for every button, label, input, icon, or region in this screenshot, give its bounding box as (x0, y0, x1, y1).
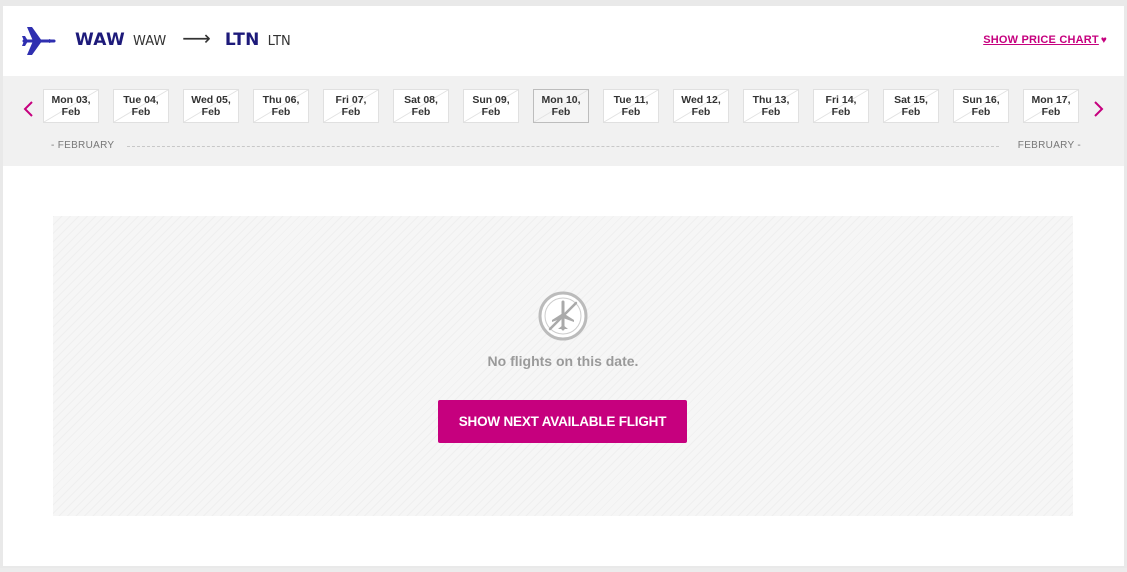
date-tile-month: Feb (411, 106, 431, 118)
date-tile-month: Feb (761, 106, 781, 118)
date-tile[interactable]: Wed 12, Feb (673, 89, 729, 123)
destination-airport: LTN (267, 34, 291, 49)
date-tile-day: Fri 07, (335, 94, 367, 106)
date-tile[interactable]: Mon 17, Feb (1023, 89, 1079, 123)
date-tile-day: Thu 13, (752, 94, 790, 106)
date-tile[interactable]: Sat 15, Feb (883, 89, 939, 123)
month-dashed-line (127, 146, 999, 147)
origin-code: WAW (75, 30, 126, 50)
date-tile-label: Sat 08, Feb (394, 90, 448, 118)
date-tile[interactable]: Wed 05, Feb (183, 89, 239, 123)
no-flights-icon (538, 291, 588, 341)
date-tile-label: Thu 13, Feb (744, 90, 798, 118)
date-tile-month: Feb (271, 106, 291, 118)
date-tile[interactable]: Thu 06, Feb (253, 89, 309, 123)
date-tile-month: Feb (971, 106, 991, 118)
date-selector: Mon 03, Feb Tue 04, Feb Wed 05, Feb Thu 06, Feb… (3, 76, 1124, 166)
results-area: No flights on this date. SHOW NEXT AVAIL… (53, 216, 1073, 516)
destination-code: LTN (224, 30, 260, 50)
date-tile-day: Tue 04, (123, 94, 159, 106)
date-tile[interactable]: Mon 03, Feb (43, 89, 99, 123)
date-tile-month: Feb (621, 106, 641, 118)
date-tile-day: Thu 06, (262, 94, 300, 106)
date-tile-label: Tue 11, Feb (604, 90, 658, 118)
date-tile-label: Mon 10, Feb (534, 90, 588, 118)
date-tile-month: Feb (341, 106, 361, 118)
date-tile-label: Sat 15, Feb (884, 90, 938, 118)
date-tile-day: Wed 05, (191, 94, 231, 106)
chevron-left-icon[interactable] (19, 98, 39, 120)
flight-selection-panel: WAW WAW ⟶ LTN LTN SHOW PRICE CHART ♥ Mon … (3, 6, 1124, 566)
date-tile[interactable]: Mon 10, Feb (533, 89, 589, 123)
footer-strip (0, 568, 1127, 572)
date-tile-day: Mon 03, (51, 94, 91, 106)
date-tile-month: Feb (61, 106, 81, 118)
date-tile-label: Fri 07, Feb (324, 90, 378, 118)
date-tile-day: Fri 14, (825, 94, 857, 106)
date-tile-day: Sun 16, (962, 94, 1000, 106)
date-tile-label: Tue 04, Feb (114, 90, 168, 118)
heart-icon: ♥ (1100, 35, 1107, 46)
no-flights-message: No flights on this date. (487, 353, 639, 369)
month-label-left: - FEBRUARY (51, 140, 115, 151)
date-tile-label: Mon 17, Feb (1024, 90, 1078, 118)
date-tile-month: Feb (131, 106, 151, 118)
date-tile-day: Sun 09, (472, 94, 510, 106)
month-divider: - FEBRUARY FEBRUARY - (51, 140, 1081, 152)
date-tile-label: Wed 12, Feb (674, 90, 728, 118)
date-tile-month: Feb (201, 106, 221, 118)
date-tile[interactable]: Fri 07, Feb (323, 89, 379, 123)
month-label-right: FEBRUARY - (1017, 140, 1081, 151)
route-header: WAW WAW ⟶ LTN LTN SHOW PRICE CHART ♥ (3, 6, 1124, 76)
origin-airport: WAW (133, 34, 167, 49)
date-tile-day: Sat 08, (404, 94, 438, 106)
date-tile-label: Fri 14, Feb (814, 90, 868, 118)
date-tile[interactable]: Thu 13, Feb (743, 89, 799, 123)
show-price-chart-link[interactable]: SHOW PRICE CHART ♥ (983, 34, 1107, 46)
route-summary: WAW WAW ⟶ LTN LTN (75, 28, 291, 54)
date-tile-label: Wed 05, Feb (184, 90, 238, 118)
date-tile[interactable]: Tue 04, Feb (113, 89, 169, 123)
date-tile-month: Feb (1041, 106, 1061, 118)
date-tile-label: Mon 03, Feb (44, 90, 98, 118)
date-tile-day: Tue 11, (613, 94, 649, 106)
date-tile[interactable]: Sun 16, Feb (953, 89, 1009, 123)
date-tile-label: Sun 16, Feb (954, 90, 1008, 118)
date-tile-month: Feb (691, 106, 711, 118)
date-tile-day: Mon 10, (541, 94, 581, 106)
show-price-chart-label: SHOW PRICE CHART (983, 34, 1099, 46)
date-tile-month: Feb (481, 106, 501, 118)
show-next-available-flight-button[interactable]: SHOW NEXT AVAILABLE FLIGHT (438, 400, 687, 443)
date-tile-month: Feb (901, 106, 921, 118)
date-tile-month: Feb (551, 106, 571, 118)
route-arrow-icon: ⟶ (182, 26, 211, 50)
date-tile-day: Wed 12, (681, 94, 721, 106)
plane-icon (22, 27, 56, 55)
date-tile[interactable]: Tue 11, Feb (603, 89, 659, 123)
date-tile-month: Feb (831, 106, 851, 118)
chevron-right-icon[interactable] (1088, 98, 1108, 120)
date-tile[interactable]: Sun 09, Feb (463, 89, 519, 123)
date-tile[interactable]: Sat 08, Feb (393, 89, 449, 123)
date-tile-day: Sat 15, (894, 94, 928, 106)
date-tile-label: Sun 09, Feb (464, 90, 518, 118)
date-tile-label: Thu 06, Feb (254, 90, 308, 118)
date-tile-day: Mon 17, (1031, 94, 1071, 106)
date-tile[interactable]: Fri 14, Feb (813, 89, 869, 123)
